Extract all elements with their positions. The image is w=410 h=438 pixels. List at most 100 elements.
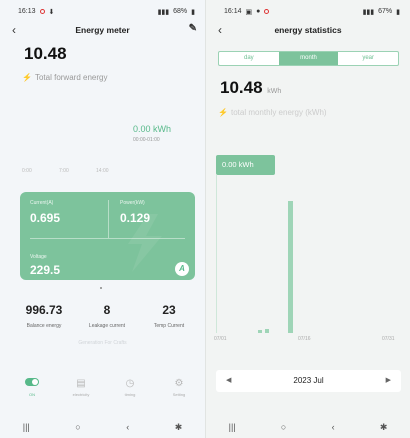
stat-label: Leakage current: [88, 323, 126, 329]
nav-label: Setting: [172, 392, 186, 397]
monthly-energy-unit: kWh: [267, 88, 282, 95]
power-label: Power(kW): [120, 200, 145, 206]
back-button[interactable]: ‹: [332, 422, 335, 432]
triangle-left-icon[interactable]: ◀: [226, 370, 231, 392]
stat-temp-current: 23 Temp Current: [139, 303, 199, 329]
chat-icon: ●: [256, 8, 261, 15]
power-reading: Power(kW) 0.129: [120, 200, 150, 225]
notification-icon: [39, 9, 45, 14]
stats-row: 996.73 Balance energy 8 Leakage current …: [0, 303, 205, 333]
stat-value: 8: [103, 303, 111, 317]
recents-button[interactable]: |||: [23, 422, 30, 432]
chart-tooltip: 0.00 kWh: [216, 155, 275, 175]
status-battery: 67%: [378, 8, 393, 15]
status-bar: 16:13 ⬇ ▮▮▮ 68% ▮: [0, 0, 205, 18]
chevron-left-icon[interactable]: ‹: [12, 23, 16, 37]
home-button[interactable]: ○: [75, 422, 80, 432]
x-tick: 07/01: [214, 336, 227, 342]
card-divider: [108, 200, 109, 238]
month-selector: ◀ 2023 Jul ▶: [216, 370, 401, 392]
energy-meter-screen: 16:13 ⬇ ▮▮▮ 68% ▮ ‹ Energy meter ✎ 10.48…: [0, 0, 205, 438]
bolt-icon: ⚡: [218, 108, 228, 117]
header: ‹ energy statistics: [206, 20, 410, 40]
hourly-energy-value: 0.00 kWh: [133, 124, 172, 134]
recents-button[interactable]: |||: [229, 422, 236, 432]
signal-icon: ▮▮▮: [362, 8, 375, 16]
status-time: 16:13: [18, 8, 36, 15]
axis-tick: 14:00: [96, 168, 109, 174]
status-battery: 68%: [173, 8, 188, 15]
assistant-badge[interactable]: A: [175, 262, 189, 276]
monthly-energy-value: 10.48: [220, 78, 263, 97]
monthly-energy-value-wrap: 10.48 kWh: [220, 78, 281, 98]
chart-bar[interactable]: [258, 330, 262, 333]
tooltip-line: [216, 175, 217, 333]
axis-tick: 0:00: [22, 168, 32, 174]
nav-item-on[interactable]: ON: [12, 378, 52, 397]
stat-label: Balance energy: [26, 323, 62, 329]
voltage-value: 229.5: [30, 263, 61, 277]
stat-value: 996.73: [25, 303, 63, 317]
nav-item-timing[interactable]: ◷ timing: [110, 378, 150, 397]
tab-year[interactable]: year: [338, 52, 398, 65]
document-icon: ▤: [76, 378, 86, 389]
energy-statistics-screen: 16:14 ▣ ● ▮▮▮ 67% ▮ ‹ energy statistics …: [205, 0, 410, 438]
notification-icon: [264, 9, 270, 14]
stat-label: Temp Current: [153, 323, 185, 329]
card-divider: [30, 238, 185, 239]
readings-card: Current(A) 0.695 Power(kW) 0.129 Voltage…: [20, 192, 195, 280]
bottom-nav: ON ▤ electricity ◷ timing ⚙ Setting: [0, 378, 205, 406]
time-axis: 0:00 7:00 14:00: [22, 168, 172, 176]
system-nav-bar: ||| ○ ‹ ✱: [0, 416, 205, 438]
chevron-left-icon[interactable]: ‹: [218, 23, 222, 37]
total-energy-label: Total forward energy: [34, 73, 108, 82]
battery-icon: ▮: [396, 8, 400, 16]
tab-day[interactable]: day: [219, 52, 279, 65]
period-tabs: day month year: [218, 51, 399, 66]
monthly-energy-label: total monthly energy (kWh): [230, 108, 327, 117]
accessibility-icon[interactable]: ✱: [380, 422, 388, 433]
toggle-icon[interactable]: [25, 378, 39, 386]
triangle-right-icon[interactable]: ▶: [386, 370, 391, 392]
current-reading: Current(A) 0.695: [30, 200, 60, 225]
tab-month[interactable]: month: [278, 52, 339, 65]
monthly-energy-label-wrap: ⚡ total monthly energy (kWh): [218, 108, 327, 117]
nav-item-electricity[interactable]: ▤ electricity: [61, 378, 101, 397]
axis-tick: 7:00: [59, 168, 69, 174]
system-nav-bar: ||| ○ ‹ ✱: [206, 416, 410, 438]
download-icon: ⬇: [48, 8, 55, 16]
page-indicator: [100, 287, 102, 289]
chart-bar[interactable]: [288, 201, 293, 333]
stat-leakage-current: 8 Leakage current: [77, 303, 137, 329]
back-button[interactable]: ‹: [126, 422, 129, 432]
screenshot-frame: 16:13 ⬇ ▮▮▮ 68% ▮ ‹ Energy meter ✎ 10.48…: [0, 0, 410, 438]
status-time: 16:14: [224, 8, 242, 15]
gear-icon: ⚙: [174, 378, 184, 389]
page-title: Energy meter: [75, 25, 130, 35]
voltage-reading: Voltage 229.5: [30, 254, 60, 277]
x-tick: 07/31: [382, 336, 395, 342]
nav-item-setting[interactable]: ⚙ Setting: [159, 378, 199, 397]
home-button[interactable]: ○: [281, 422, 286, 432]
x-tick: 07/16: [298, 336, 311, 342]
stat-value: 23: [162, 303, 176, 317]
page-title: energy statistics: [274, 25, 342, 35]
battery-icon: ▮: [191, 8, 195, 16]
power-value: 0.129: [120, 211, 151, 225]
nav-label: timing: [124, 392, 136, 397]
nav-label: electricity: [72, 392, 90, 397]
total-energy-label-wrap: ⚡ Total forward energy: [22, 73, 107, 82]
hourly-range: 00:00-01:00: [133, 137, 160, 143]
status-bar: 16:14 ▣ ● ▮▮▮ 67% ▮: [206, 0, 410, 18]
month-label: 2023 Jul: [293, 376, 324, 385]
pencil-icon[interactable]: ✎: [189, 23, 197, 34]
chart-bar[interactable]: [265, 329, 269, 333]
generation-link[interactable]: Generation For Crafts: [0, 340, 205, 346]
header: ‹ Energy meter ✎: [0, 20, 205, 40]
clock-icon: ◷: [125, 378, 135, 389]
current-value: 0.695: [30, 211, 61, 225]
signal-icon: ▮▮▮: [157, 8, 170, 16]
nav-label: ON: [29, 392, 35, 397]
accessibility-icon[interactable]: ✱: [175, 422, 183, 433]
total-energy-value: 10.48: [24, 44, 67, 63]
